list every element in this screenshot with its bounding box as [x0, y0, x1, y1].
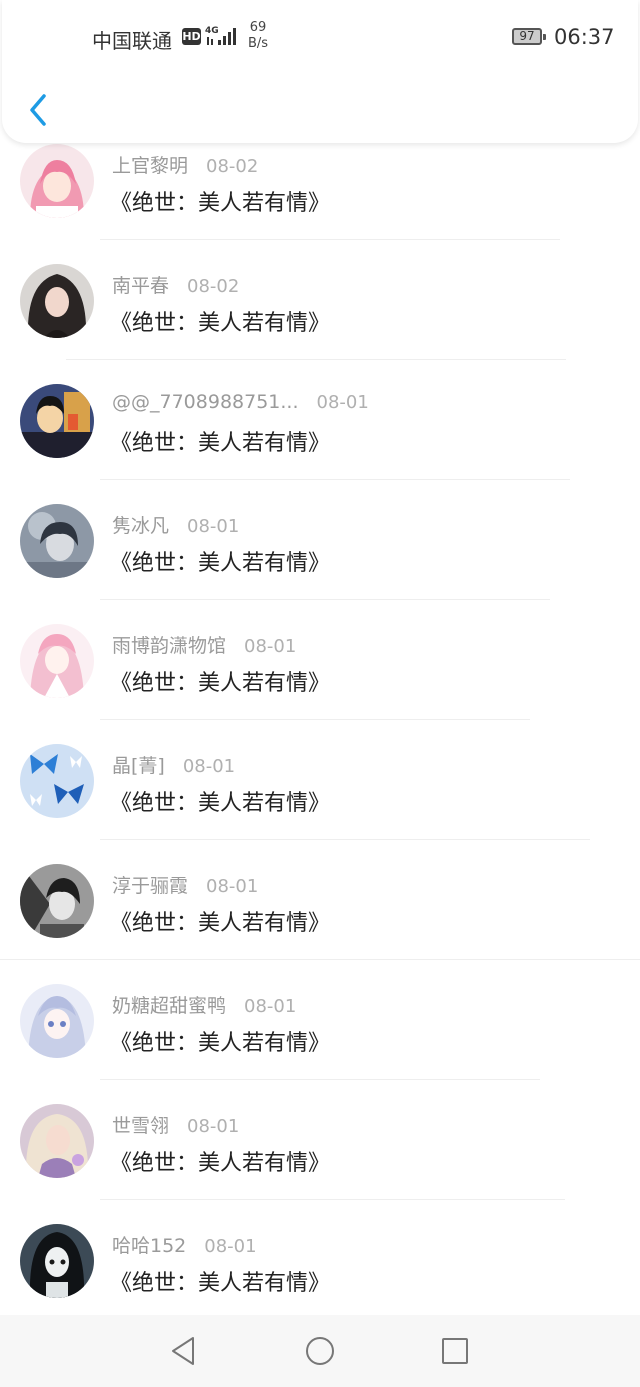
item-date: 08-01 [204, 1236, 257, 1257]
user-name[interactable]: 雨博韵潇物馆 [112, 635, 226, 657]
book-title[interactable]: 《绝世：美人若有情》 [110, 185, 330, 217]
triangle-back-icon [172, 1337, 194, 1365]
item-meta: 淳于骊霞 08-01 [112, 871, 258, 898]
item-meta: 哈哈152 08-01 [112, 1231, 257, 1258]
user-name[interactable]: 南平春 [112, 275, 169, 297]
list-item[interactable]: 哈哈152 08-01 《绝世：美人若有情》 [0, 1200, 640, 1315]
item-date: 08-01 [187, 516, 240, 537]
item-meta: 南平春 08-02 [112, 271, 239, 298]
book-title[interactable]: 《绝世：美人若有情》 [110, 665, 330, 697]
user-name[interactable]: 上官黎明 [112, 155, 188, 177]
item-meta: 晶[菁] 08-01 [112, 751, 235, 778]
item-meta: 隽冰凡 08-01 [112, 511, 239, 538]
circle-home-icon [306, 1337, 334, 1365]
list-item[interactable]: 奶糖超甜蜜鸭 08-01 《绝世：美人若有情》 [0, 960, 640, 1080]
chevron-left-icon [30, 94, 46, 126]
avatar [20, 264, 94, 338]
item-date: 08-01 [187, 1116, 240, 1137]
item-meta: 上官黎明 08-02 [112, 151, 258, 178]
user-name[interactable]: 淳于骊霞 [112, 875, 188, 897]
item-meta: 雨博韵潇物馆 08-01 [112, 631, 296, 658]
reader-list: 上官黎明 08-02 《绝世：美人若有情》 南平春 08-02 《绝世：美人若有情》 [0, 120, 640, 1315]
list-item[interactable]: 雨博韵潇物馆 08-01 《绝世：美人若有情》 [0, 600, 640, 720]
nav-recent-button[interactable] [437, 1333, 473, 1369]
item-date: 08-01 [244, 636, 297, 657]
list-item[interactable]: 世雪翎 08-01 《绝世：美人若有情》 [0, 1080, 640, 1200]
user-name[interactable]: @@_7708988751... [112, 391, 299, 413]
item-meta: 世雪翎 08-01 [112, 1111, 239, 1138]
clock: 06:37 [554, 25, 615, 49]
book-title[interactable]: 《绝世：美人若有情》 [110, 905, 330, 937]
back-button[interactable] [22, 88, 62, 132]
avatar [20, 504, 94, 578]
book-title[interactable]: 《绝世：美人若有情》 [110, 425, 330, 457]
list-item[interactable]: 隽冰凡 08-01 《绝世：美人若有情》 [0, 480, 640, 600]
user-name[interactable]: 奶糖超甜蜜鸭 [112, 995, 226, 1017]
list-item[interactable]: 晶[菁] 08-01 《绝世：美人若有情》 [0, 720, 640, 840]
item-meta: @@_7708988751... 08-01 [112, 391, 369, 413]
network-speed: 69 B/s [248, 20, 268, 52]
hd-icon: HD [182, 28, 201, 45]
signal-strength-icon: 4G [205, 26, 236, 45]
avatar [20, 984, 94, 1058]
book-title[interactable]: 《绝世：美人若有情》 [110, 785, 330, 817]
avatar [20, 1224, 94, 1298]
nav-home-button[interactable] [302, 1333, 338, 1369]
system-nav-bar [0, 1315, 640, 1387]
avatar [20, 624, 94, 698]
svg-text:4G: 4G [205, 26, 219, 36]
item-date: 08-01 [316, 392, 369, 413]
user-name[interactable]: 哈哈152 [112, 1235, 186, 1257]
avatar [20, 384, 94, 458]
item-date: 08-01 [244, 996, 297, 1017]
user-name[interactable]: 隽冰凡 [112, 515, 169, 537]
item-meta: 奶糖超甜蜜鸭 08-01 [112, 991, 296, 1018]
item-date: 08-02 [206, 156, 259, 177]
top-bar: 中国联通 HD 4G 69 B/s 97 06:37 [2, 0, 638, 143]
list-item[interactable]: 淳于骊霞 08-01 《绝世：美人若有情》 [0, 840, 640, 960]
item-date: 08-01 [206, 876, 259, 897]
list-item[interactable]: @@_7708988751... 08-01 《绝世：美人若有情》 [0, 360, 640, 480]
user-name[interactable]: 晶[菁] [112, 755, 165, 777]
nav-back-button[interactable] [165, 1333, 201, 1369]
book-title[interactable]: 《绝世：美人若有情》 [110, 305, 330, 337]
avatar [20, 1104, 94, 1178]
item-date: 08-02 [187, 276, 240, 297]
book-title[interactable]: 《绝世：美人若有情》 [110, 1265, 330, 1297]
book-title[interactable]: 《绝世：美人若有情》 [110, 1025, 330, 1057]
avatar [20, 744, 94, 818]
battery-icon: 97 [512, 28, 546, 45]
book-title[interactable]: 《绝世：美人若有情》 [110, 545, 330, 577]
list-item[interactable]: 南平春 08-02 《绝世：美人若有情》 [0, 240, 640, 360]
square-recent-icon [442, 1338, 468, 1364]
carrier-name: 中国联通 [92, 29, 172, 53]
user-name[interactable]: 世雪翎 [112, 1115, 169, 1137]
status-bar: 中国联通 HD 4G 69 B/s 97 06:37 [2, 0, 638, 76]
book-title[interactable]: 《绝世：美人若有情》 [110, 1145, 330, 1177]
network-speed-value: 69 [249, 20, 267, 35]
network-speed-unit: B/s [248, 36, 269, 51]
avatar [20, 864, 94, 938]
avatar [20, 144, 94, 218]
item-date: 08-01 [182, 756, 236, 777]
